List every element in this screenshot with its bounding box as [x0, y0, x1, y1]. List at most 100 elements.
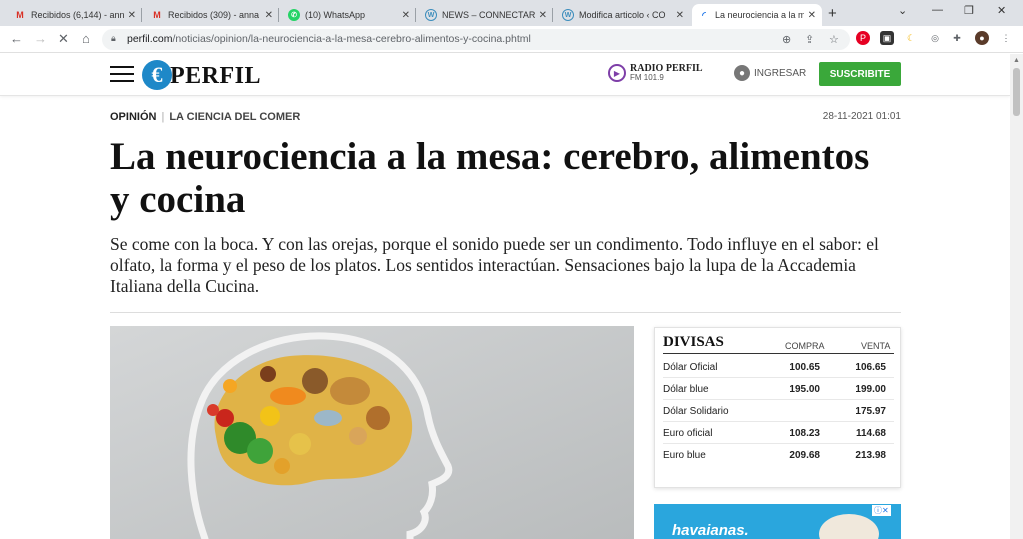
gmail-icon: M: [16, 10, 24, 20]
wordpress-icon: W: [425, 9, 437, 21]
tab-gmail-1[interactable]: M Recibidos (6,144) - ann ✕: [8, 4, 142, 26]
currency-buy: 108.23: [789, 428, 820, 439]
tab-search-icon[interactable]: ⌄: [898, 4, 907, 17]
tab-title: La neurociencia a la m: [715, 10, 804, 20]
dark-mode-extension-icon[interactable]: ☾: [904, 31, 918, 45]
scrollbar-thumb[interactable]: [1013, 68, 1020, 116]
web-page: € PERFIL ▶ RADIO PERFIL FM 101.9 ● INGRE…: [0, 54, 1010, 539]
lock-icon[interactable]: 🔒︎: [111, 33, 116, 44]
tab-title: Recibidos (309) - anna: [168, 10, 260, 20]
currency-row: Dólar Solidario 175.97: [663, 400, 894, 422]
login-label: INGRESAR: [754, 67, 807, 79]
share-icon[interactable]: ⇪: [805, 33, 814, 46]
new-tab-icon[interactable]: +: [828, 5, 837, 22]
tab-title: (10) WhatsApp: [305, 10, 366, 20]
zoom-icon[interactable]: ⊕: [782, 33, 791, 46]
scroll-up-icon[interactable]: ▲: [1013, 57, 1020, 64]
currency-name: Dólar blue: [663, 384, 709, 395]
address-bar[interactable]: 🔒︎ perfil.com/noticias/opinion/la-neuroc…: [102, 29, 850, 50]
whatsapp-icon: ✆: [288, 9, 300, 21]
page-scrollbar[interactable]: ▲: [1010, 54, 1023, 539]
tab-title: NEWS – CONNECTAR: [442, 10, 535, 20]
tab-news-connectar[interactable]: W NEWS – CONNECTAR ✕: [419, 4, 553, 26]
extension-icon[interactable]: ▣: [880, 31, 894, 45]
perfil-logo-icon[interactable]: €: [142, 60, 172, 90]
site-header: € PERFIL ▶ RADIO PERFIL FM 101.9 ● INGRE…: [0, 54, 1010, 96]
user-icon: ●: [734, 65, 750, 81]
currency-row: Dólar blue 195.00 199.00: [663, 378, 894, 400]
tab-active-article[interactable]: ◜ La neurociencia a la m ✕: [692, 4, 822, 26]
column-header-sell: VENTA: [861, 341, 891, 351]
currency-name: Euro blue: [663, 450, 706, 461]
play-icon: ▶: [608, 64, 626, 82]
close-tab-icon[interactable]: ✕: [808, 10, 816, 21]
currency-name: Dólar Solidario: [663, 406, 729, 417]
pinterest-extension-icon[interactable]: P: [856, 31, 870, 45]
site-logo[interactable]: PERFIL: [170, 63, 261, 90]
close-window-icon[interactable]: ✕: [997, 4, 1006, 17]
divider: [110, 312, 901, 313]
header-rule: [663, 353, 894, 354]
currency-row: Euro oficial 108.23 114.68: [663, 422, 894, 444]
ad-brand: havaianas.: [672, 522, 749, 539]
close-tab-icon[interactable]: ✕: [128, 10, 136, 21]
close-tab-icon[interactable]: ✕: [265, 10, 273, 21]
browser-tab-strip: M Recibidos (6,144) - ann ✕ M Recibidos …: [0, 0, 1023, 26]
currency-sell: 175.97: [855, 406, 886, 417]
advertisement-banner[interactable]: havaianas. ⓘ✕: [654, 504, 901, 539]
currency-buy: 195.00: [789, 384, 820, 395]
close-tab-icon[interactable]: ✕: [539, 10, 547, 21]
login-button[interactable]: ● INGRESAR: [734, 65, 806, 81]
ad-image: [819, 514, 879, 539]
gmail-icon: M: [153, 10, 161, 20]
stop-loading-icon[interactable]: ✕: [58, 31, 69, 47]
restore-icon[interactable]: ❐: [964, 4, 974, 17]
hamburger-menu-icon[interactable]: [110, 66, 134, 83]
currency-row: Dólar Oficial 100.65 106.65: [663, 356, 894, 378]
extension-icon[interactable]: ◎: [928, 31, 942, 45]
tab-whatsapp[interactable]: ✆ (10) WhatsApp ✕: [282, 4, 416, 26]
url-host: perfil.com: [127, 33, 173, 45]
close-tab-icon[interactable]: ✕: [402, 10, 410, 21]
kicker-divider: |: [161, 111, 165, 123]
extensions-puzzle-icon[interactable]: ✚: [950, 31, 964, 45]
adchoices-icon[interactable]: ⓘ✕: [872, 505, 891, 516]
wordpress-icon: W: [562, 9, 574, 21]
currency-buy: 100.65: [789, 362, 820, 373]
tab-gmail-2[interactable]: M Recibidos (309) - anna ✕: [145, 4, 279, 26]
currency-sell: 114.68: [855, 428, 886, 439]
radio-perfil-link[interactable]: ▶ RADIO PERFIL FM 101.9: [608, 64, 703, 82]
close-tab-icon[interactable]: ✕: [676, 10, 684, 21]
bookmark-star-icon[interactable]: ☆: [829, 33, 839, 46]
minimize-icon[interactable]: —: [932, 4, 943, 16]
currency-sell: 199.00: [855, 384, 886, 395]
currency-sell: 106.65: [855, 362, 886, 373]
profile-avatar[interactable]: ●: [975, 31, 989, 45]
tab-title: Modifica articolo ‹ CO: [579, 10, 666, 20]
article-subhead: Se come con la boca. Y con las orejas, p…: [110, 234, 879, 296]
home-icon[interactable]: ⌂: [82, 31, 90, 46]
currency-name: Euro oficial: [663, 428, 713, 439]
subscribe-button[interactable]: SUSCRIBITE: [819, 62, 901, 86]
back-icon[interactable]: ←: [10, 31, 23, 46]
column-header-buy: COMPRA: [785, 341, 825, 351]
currency-widget-title: DIVISAS: [663, 334, 724, 350]
tab-title: Recibidos (6,144) - ann: [31, 10, 124, 20]
browser-menu-icon[interactable]: ⋮: [999, 31, 1013, 45]
radio-frequency: FM 101.9: [630, 73, 664, 82]
currency-name: Dólar Oficial: [663, 362, 718, 373]
loading-icon: ◜: [702, 9, 706, 20]
article-hero-image[interactable]: [110, 326, 634, 539]
currency-row: Euro blue 209.68 213.98: [663, 444, 894, 466]
article-date: 28-11-2021 01:01: [822, 111, 901, 122]
article-headline: La neurociencia a la mesa: cerebro, alim…: [110, 135, 870, 221]
tab-modifica-articolo[interactable]: W Modifica articolo ‹ CO ✕: [556, 4, 690, 26]
brain-food-illustration: [110, 326, 634, 539]
forward-icon[interactable]: →: [34, 31, 47, 46]
url-path: /noticias/opinion/la-neurociencia-a-la-m…: [172, 33, 531, 45]
section-link[interactable]: OPINIÓN: [110, 111, 156, 123]
url-text[interactable]: perfil.com/noticias/opinion/la-neurocien…: [127, 33, 531, 45]
topic-link[interactable]: LA CIENCIA DEL COMER: [169, 111, 300, 123]
currency-widget: DIVISAS COMPRA VENTA Dólar Oficial 100.6…: [654, 327, 901, 488]
currency-sell: 213.98: [855, 450, 886, 461]
